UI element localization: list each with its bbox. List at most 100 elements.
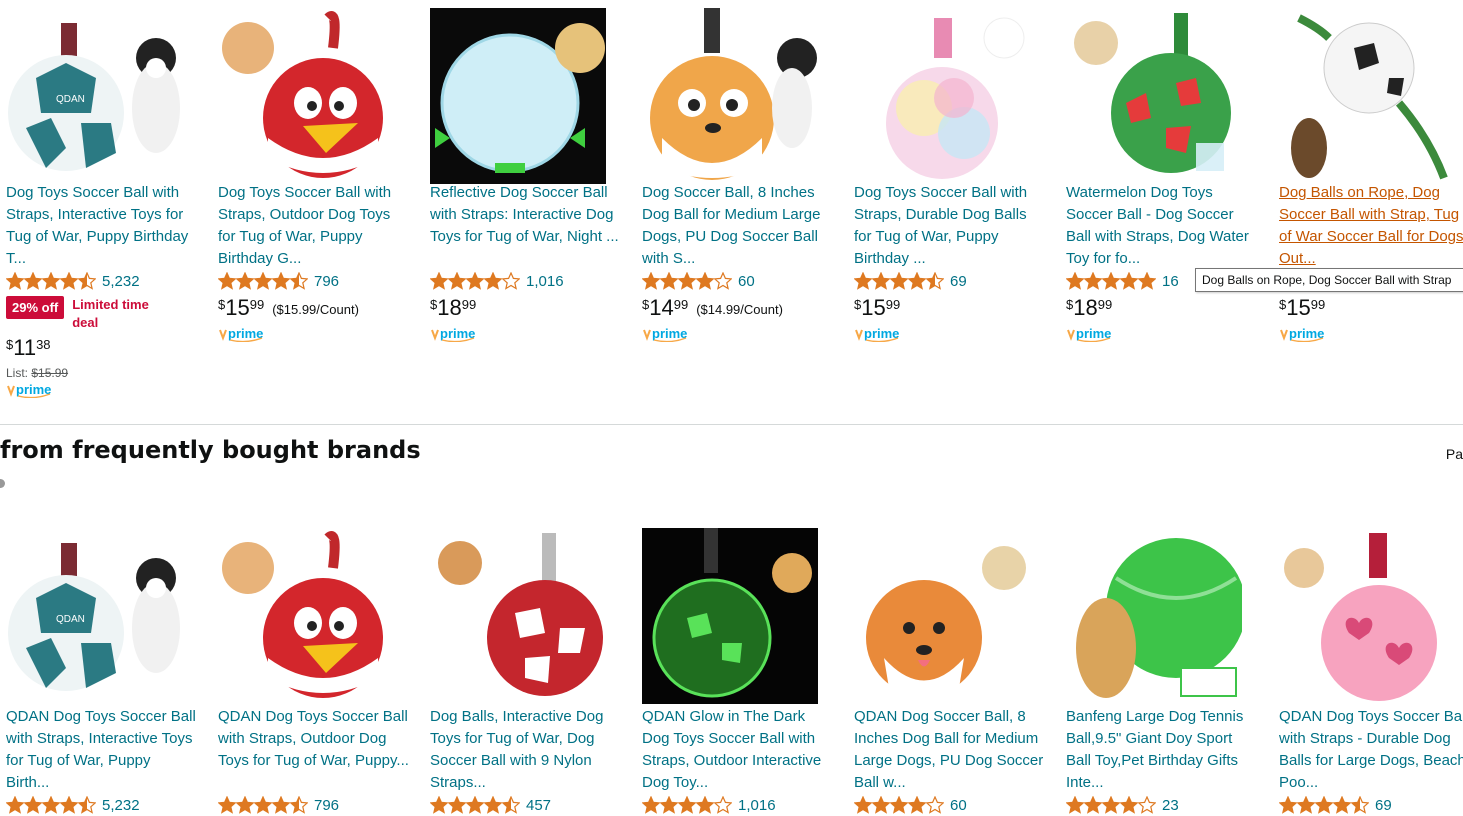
rating[interactable]: 69 bbox=[854, 270, 1054, 292]
section-divider bbox=[0, 424, 1463, 425]
review-count[interactable]: 796 bbox=[314, 273, 339, 290]
star-icon bbox=[236, 272, 254, 290]
price-fraction: 99 bbox=[1097, 297, 1113, 312]
prime-icon: prime bbox=[1279, 326, 1463, 343]
price: $15 99 bbox=[1279, 296, 1463, 324]
deal: 29% off Limited time deal bbox=[6, 296, 206, 332]
star-icon bbox=[926, 272, 944, 290]
review-count[interactable]: 23 bbox=[1162, 797, 1179, 814]
product-image[interactable] bbox=[430, 528, 606, 704]
review-count[interactable]: 1,016 bbox=[738, 797, 776, 814]
rating[interactable]: 5,232 bbox=[6, 270, 206, 292]
product-card[interactable]: Reflective Dog Soccer Ball with Straps: … bbox=[430, 4, 630, 343]
product-image[interactable] bbox=[854, 528, 1030, 704]
product-title-link[interactable]: Dog Toys Soccer Ball with Straps, Intera… bbox=[6, 182, 198, 270]
product-card[interactable]: QDAN QDAN Dog Toys Soccer Ball with Strap… bbox=[6, 528, 206, 816]
product-title-link[interactable]: Reflective Dog Soccer Ball with Straps: … bbox=[430, 182, 622, 270]
review-count[interactable]: 69 bbox=[1375, 797, 1392, 814]
product-image[interactable] bbox=[218, 528, 394, 704]
review-count[interactable]: 457 bbox=[526, 797, 551, 814]
unit-price: ($14.99/Count) bbox=[696, 302, 783, 317]
product-image[interactable] bbox=[1066, 8, 1242, 184]
product-card[interactable]: QDAN Dog Toys Soccer Ball with Straps, In… bbox=[6, 4, 206, 399]
product-title-link[interactable]: Banfeng Large Dog Tennis Ball,9.5" Giant… bbox=[1066, 706, 1258, 794]
star-icon bbox=[926, 796, 944, 814]
rating[interactable]: 69 bbox=[1279, 794, 1463, 816]
rating[interactable]: 60 bbox=[854, 794, 1054, 816]
price-symbol: $ bbox=[854, 297, 862, 312]
product-title-link[interactable]: Watermelon Dog Toys Soccer Ball - Dog So… bbox=[1066, 182, 1258, 270]
product-card[interactable]: QDAN Dog Toys Soccer Ball with Straps - … bbox=[1279, 528, 1463, 816]
product-card[interactable]: Dog Balls, Interactive Dog Toys for Tug … bbox=[430, 528, 630, 816]
review-count[interactable]: 1,016 bbox=[526, 273, 564, 290]
product-card[interactable]: Dog Toys Soccer Ball with Straps, Durabl… bbox=[854, 4, 1054, 343]
star-icon bbox=[484, 272, 502, 290]
unit-price: ($15.99/Count) bbox=[272, 302, 359, 317]
rating[interactable]: 1,016 bbox=[430, 270, 630, 292]
rating[interactable]: 796 bbox=[218, 794, 418, 816]
product-title-link[interactable]: Dog Toys Soccer Ball with Straps, Outdoo… bbox=[218, 182, 410, 270]
product-card[interactable]: QDAN Dog Toys Soccer Ball with Straps, O… bbox=[218, 528, 418, 816]
product-card[interactable]: Banfeng Large Dog Tennis Ball,9.5" Giant… bbox=[1066, 528, 1266, 816]
price-whole: 15 bbox=[225, 295, 250, 320]
rating[interactable]: 1,016 bbox=[642, 794, 842, 816]
product-image[interactable] bbox=[218, 8, 394, 184]
star-icon bbox=[854, 272, 872, 290]
tooltip: Dog Balls on Rope, Dog Soccer Ball with … bbox=[1195, 268, 1463, 292]
product-card[interactable]: QDAN Glow in The Dark Dog Toys Soccer Ba… bbox=[642, 528, 842, 816]
review-count[interactable]: 60 bbox=[950, 797, 967, 814]
star-icon bbox=[430, 272, 448, 290]
price-whole: 15 bbox=[861, 295, 886, 320]
product-title-link[interactable]: Dog Soccer Ball, 8 Inches Dog Ball for M… bbox=[642, 182, 834, 270]
product-title-link[interactable]: QDAN Dog Toys Soccer Ball with Straps, O… bbox=[218, 706, 410, 794]
product-image[interactable]: QDAN bbox=[6, 528, 182, 704]
review-count[interactable]: 60 bbox=[738, 273, 755, 290]
review-count[interactable]: 16 bbox=[1162, 273, 1179, 290]
product-title-link[interactable]: Dog Toys Soccer Ball with Straps, Durabl… bbox=[854, 182, 1046, 270]
star-icon bbox=[678, 796, 696, 814]
carousel-dot[interactable] bbox=[0, 479, 5, 488]
product-title-link[interactable]: QDAN Glow in The Dark Dog Toys Soccer Ba… bbox=[642, 706, 834, 794]
product-image[interactable] bbox=[1279, 8, 1455, 184]
star-icon bbox=[502, 272, 520, 290]
star-icon bbox=[1333, 796, 1351, 814]
star-icon bbox=[290, 796, 308, 814]
review-count[interactable]: 69 bbox=[950, 273, 967, 290]
product-image[interactable] bbox=[1279, 528, 1455, 704]
review-count[interactable]: 5,232 bbox=[102, 797, 140, 814]
star-icon bbox=[1084, 272, 1102, 290]
star-icon bbox=[272, 272, 290, 290]
product-title-link[interactable]: QDAN Dog Toys Soccer Ball with Straps, I… bbox=[6, 706, 198, 794]
star-icon bbox=[466, 796, 484, 814]
star-icon bbox=[1066, 796, 1084, 814]
review-count[interactable]: 5,232 bbox=[102, 273, 140, 290]
product-card[interactable]: Dog Toys Soccer Ball with Straps, Outdoo… bbox=[218, 4, 418, 343]
star-icon bbox=[678, 272, 696, 290]
rating[interactable]: 60 bbox=[642, 270, 842, 292]
page-indicator: Pa bbox=[1445, 446, 1463, 462]
product-image[interactable] bbox=[854, 8, 1030, 184]
product-title-link[interactable]: QDAN Dog Soccer Ball, 8 Inches Dog Ball … bbox=[854, 706, 1046, 794]
product-title-link[interactable]: Dog Balls on Rope, Dog Soccer Ball with … bbox=[1279, 182, 1463, 270]
product-card[interactable]: QDAN Dog Soccer Ball, 8 Inches Dog Ball … bbox=[854, 528, 1054, 816]
star-icon bbox=[890, 796, 908, 814]
star-icon bbox=[1120, 272, 1138, 290]
star-icon bbox=[448, 272, 466, 290]
list-price: List: $15.99 bbox=[6, 366, 69, 380]
product-image[interactable] bbox=[1066, 528, 1242, 704]
review-count[interactable]: 796 bbox=[314, 797, 339, 814]
star-icon bbox=[42, 272, 60, 290]
product-image[interactable] bbox=[430, 8, 606, 184]
product-title-link[interactable]: Dog Balls, Interactive Dog Toys for Tug … bbox=[430, 706, 622, 794]
product-card[interactable]: Dog Soccer Ball, 8 Inches Dog Ball for M… bbox=[642, 4, 842, 343]
product-image[interactable] bbox=[642, 528, 818, 704]
rating[interactable]: 457 bbox=[430, 794, 630, 816]
rating[interactable]: 5,232 bbox=[6, 794, 206, 816]
rating[interactable]: 796 bbox=[218, 270, 418, 292]
star-icon bbox=[502, 796, 520, 814]
product-image[interactable]: QDAN bbox=[6, 8, 182, 184]
rating[interactable]: 23 bbox=[1066, 794, 1266, 816]
star-icon bbox=[448, 796, 466, 814]
product-image[interactable] bbox=[642, 8, 818, 184]
product-title-link[interactable]: QDAN Dog Toys Soccer Ball with Straps - … bbox=[1279, 706, 1463, 794]
